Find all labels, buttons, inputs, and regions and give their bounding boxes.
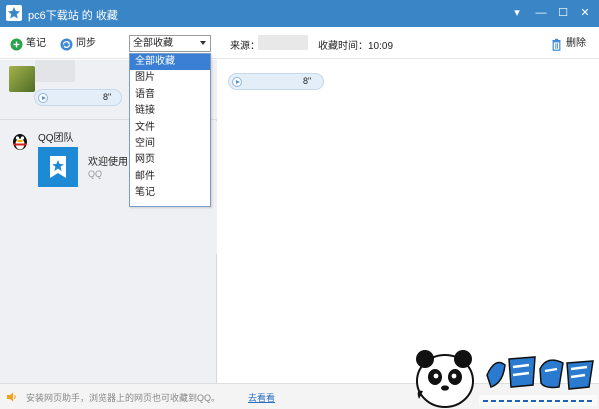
filter-dropdown-list: 全部收藏 图片 语音 链接 文件 空间 网页 邮件 笔记	[129, 53, 211, 207]
source-value-redacted	[258, 35, 308, 50]
qq-favorites-card-icon	[38, 147, 78, 187]
favorites-star-icon	[6, 5, 22, 21]
voice-duration: 8"	[303, 76, 312, 86]
card-source: QQ	[88, 169, 103, 179]
dropdown-option[interactable]: 邮件	[130, 169, 210, 185]
minimize-button[interactable]: —	[531, 3, 551, 23]
voice-message-detail[interactable]: 8"	[228, 73, 324, 90]
note-label: 笔记	[26, 38, 46, 49]
detail-pane: 8"	[218, 60, 599, 383]
sender-name: QQ团队	[38, 133, 74, 144]
dropdown-option[interactable]: 文件	[130, 120, 210, 136]
maximize-button[interactable]: ☐	[553, 3, 573, 23]
dropdown-option[interactable]: 语音	[130, 87, 210, 103]
close-button[interactable]: ✕	[575, 3, 595, 23]
add-note-icon	[10, 38, 23, 51]
play-icon	[38, 93, 48, 103]
delete-label: 删除	[566, 38, 586, 49]
play-icon	[232, 77, 242, 87]
voice-message[interactable]: 8"	[34, 89, 122, 106]
sync-icon	[60, 38, 73, 51]
sync-label: 同步	[76, 38, 96, 49]
dropdown-option[interactable]: 笔记	[130, 185, 210, 201]
delete-button[interactable]: 删除	[550, 36, 586, 52]
title-bar: pc6下载站 的 收藏 ▾ — ☐ ✕	[0, 0, 599, 27]
filter-select[interactable]: 全部收藏	[129, 35, 211, 52]
card-title: 欢迎使用	[88, 157, 128, 168]
status-text: 安装网页助手，浏览器上的网页也可收藏到QQ。	[26, 393, 221, 403]
trash-icon	[550, 38, 563, 51]
sender-name-redacted	[35, 60, 75, 82]
voice-duration: 8"	[103, 92, 112, 102]
menu-chevron-icon[interactable]: ▾	[507, 3, 527, 23]
dropdown-option[interactable]: 链接	[130, 103, 210, 119]
favorite-time: 收藏时间：10:09	[318, 41, 394, 52]
avatar	[9, 66, 35, 92]
qq-penguin-icon	[9, 129, 31, 151]
dropdown-option[interactable]: 全部收藏	[130, 54, 210, 71]
dropdown-arrow-icon	[200, 41, 206, 45]
sync-button[interactable]: 同步	[60, 36, 96, 52]
window-title: pc6下载站 的 收藏	[28, 10, 118, 22]
watermark-logo	[405, 343, 599, 409]
dropdown-option[interactable]: 空间	[130, 136, 210, 152]
dropdown-option[interactable]: 网页	[130, 152, 210, 168]
learn-more-link[interactable]: 去看看	[248, 391, 275, 404]
dropdown-option[interactable]: 图片	[130, 70, 210, 86]
speaker-icon	[6, 391, 18, 403]
note-button[interactable]: 笔记	[10, 36, 46, 52]
filter-selected-value: 全部收藏	[133, 38, 173, 49]
source-label: 来源：	[230, 41, 260, 52]
